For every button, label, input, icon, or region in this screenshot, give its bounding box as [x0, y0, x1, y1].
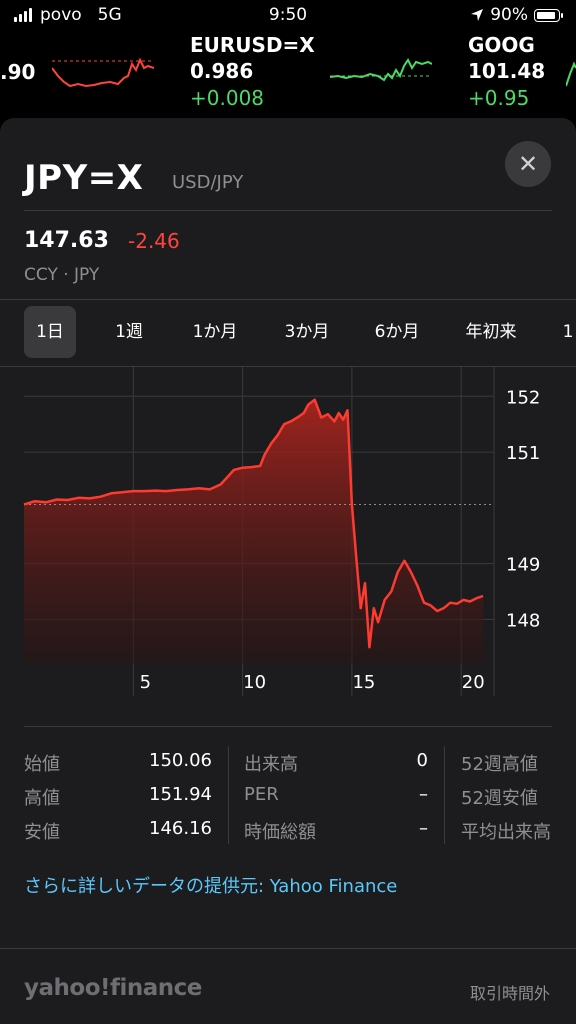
stats-separator	[228, 746, 229, 844]
location-arrow-icon	[471, 9, 484, 21]
chart-x-tick-label: 15	[352, 672, 375, 693]
chart-x-tick-label: 10	[243, 672, 266, 693]
ticker-partial-price: .90	[0, 60, 36, 84]
stats-divider	[24, 726, 552, 727]
battery-percent: 90%	[490, 5, 528, 25]
ticker-partial[interactable]: .90	[0, 59, 35, 85]
market-status: 取引時間外	[469, 984, 550, 1003]
chart-y-tick-label: 151	[506, 443, 540, 464]
quote-symbol: JPY=X	[24, 158, 144, 198]
quote-change: -2.46	[128, 229, 180, 253]
chart-area-fill	[24, 399, 484, 664]
ticker-eurusd[interactable]: EURUSD=X 0.986 +0.008	[190, 32, 315, 112]
stat-value-high: 151.94	[149, 784, 212, 805]
tab-1w[interactable]: 1週	[100, 306, 158, 358]
ticker-strip[interactable]: .90 EURUSD=X 0.986 +0.008 GOOG 101.48 +0…	[0, 30, 576, 112]
chart-x-tick-label: 20	[462, 672, 485, 693]
stat-value-volume: 0	[416, 750, 428, 771]
stat-value-open: 150.06	[149, 750, 212, 771]
ticker-price: 0.986	[190, 59, 254, 83]
status-bar: povo 5G 9:50 90%	[0, 0, 576, 30]
stat-value-market-cap: –	[419, 818, 428, 839]
tab-1d[interactable]: 1日	[24, 306, 76, 358]
close-icon: ✕	[517, 150, 539, 178]
price-chart[interactable]: 152 151 149 148 5 10 15 20	[0, 366, 576, 706]
ticker-change: +0.008	[190, 86, 265, 110]
status-right: 90%	[470, 5, 563, 25]
tabs-top-divider	[0, 299, 576, 300]
ticker-change: +0.95	[468, 86, 530, 110]
ticker-goog[interactable]: GOOG 101.48 +0.95	[468, 32, 545, 112]
chart-y-tick-label: 149	[506, 555, 540, 576]
stat-label-volume: 出来高	[244, 754, 298, 775]
quote-price: 147.63	[24, 228, 109, 253]
battery-icon	[534, 8, 563, 22]
ticker-symbol: GOOG	[468, 33, 535, 57]
stats-separator	[444, 746, 445, 844]
stat-label-avg-volume: 平均出来高	[461, 822, 551, 843]
stat-value-per: –	[419, 784, 428, 805]
tab-3m[interactable]: 3か月	[272, 306, 342, 358]
header-divider	[24, 210, 552, 211]
tab-partial[interactable]: 1	[558, 306, 576, 358]
quote-detail-card: JPY=X USD/JPY ✕ 147.63 -2.46 CCY · JPY 1…	[0, 118, 576, 1024]
footer-divider	[0, 948, 576, 949]
ticker-goog-sparkline	[566, 61, 576, 87]
ticker-partial-sparkline	[52, 57, 154, 88]
quote-pair: USD/JPY	[172, 172, 244, 193]
stat-label-52w-high: 52週高値	[461, 754, 538, 775]
stat-label-open: 始値	[24, 754, 60, 775]
close-button[interactable]: ✕	[505, 141, 551, 187]
stat-label-high: 高値	[24, 788, 60, 809]
tab-ytd[interactable]: 年初来	[456, 306, 526, 358]
range-tabs: 1日 1週 1か月 3か月 6か月 年初来 1	[0, 306, 576, 358]
quote-exchange: CCY · JPY	[24, 265, 100, 285]
stat-label-52w-low: 52週安値	[461, 788, 538, 809]
tab-1m[interactable]: 1か月	[180, 306, 250, 358]
more-data-link[interactable]: さらに詳しいデータの提供元: Yahoo Finance	[24, 872, 397, 898]
ticker-eurusd-sparkline	[330, 58, 432, 82]
stats-table: 始値 150.06 高値 151.94 安値 146.16 出来高 0 PER …	[0, 738, 576, 848]
yahoo-finance-logo[interactable]: yahoo!finance	[24, 975, 202, 1001]
stat-label-market-cap: 時価総額	[244, 822, 316, 843]
ticker-price: 101.48	[468, 59, 546, 83]
stat-value-low: 146.16	[149, 818, 212, 839]
chart-x-tick-label: 5	[140, 672, 151, 693]
stat-label-per: PER	[244, 784, 279, 805]
ticker-symbol: EURUSD=X	[190, 33, 315, 57]
stocks-app-screen: povo 5G 9:50 90% .90 EURUSD=X 0.986 +0.0…	[0, 0, 576, 1024]
stat-label-low: 安値	[24, 822, 60, 843]
chart-y-tick-label: 148	[506, 610, 540, 631]
tab-6m[interactable]: 6か月	[362, 306, 432, 358]
chart-y-tick-label: 152	[506, 387, 540, 408]
